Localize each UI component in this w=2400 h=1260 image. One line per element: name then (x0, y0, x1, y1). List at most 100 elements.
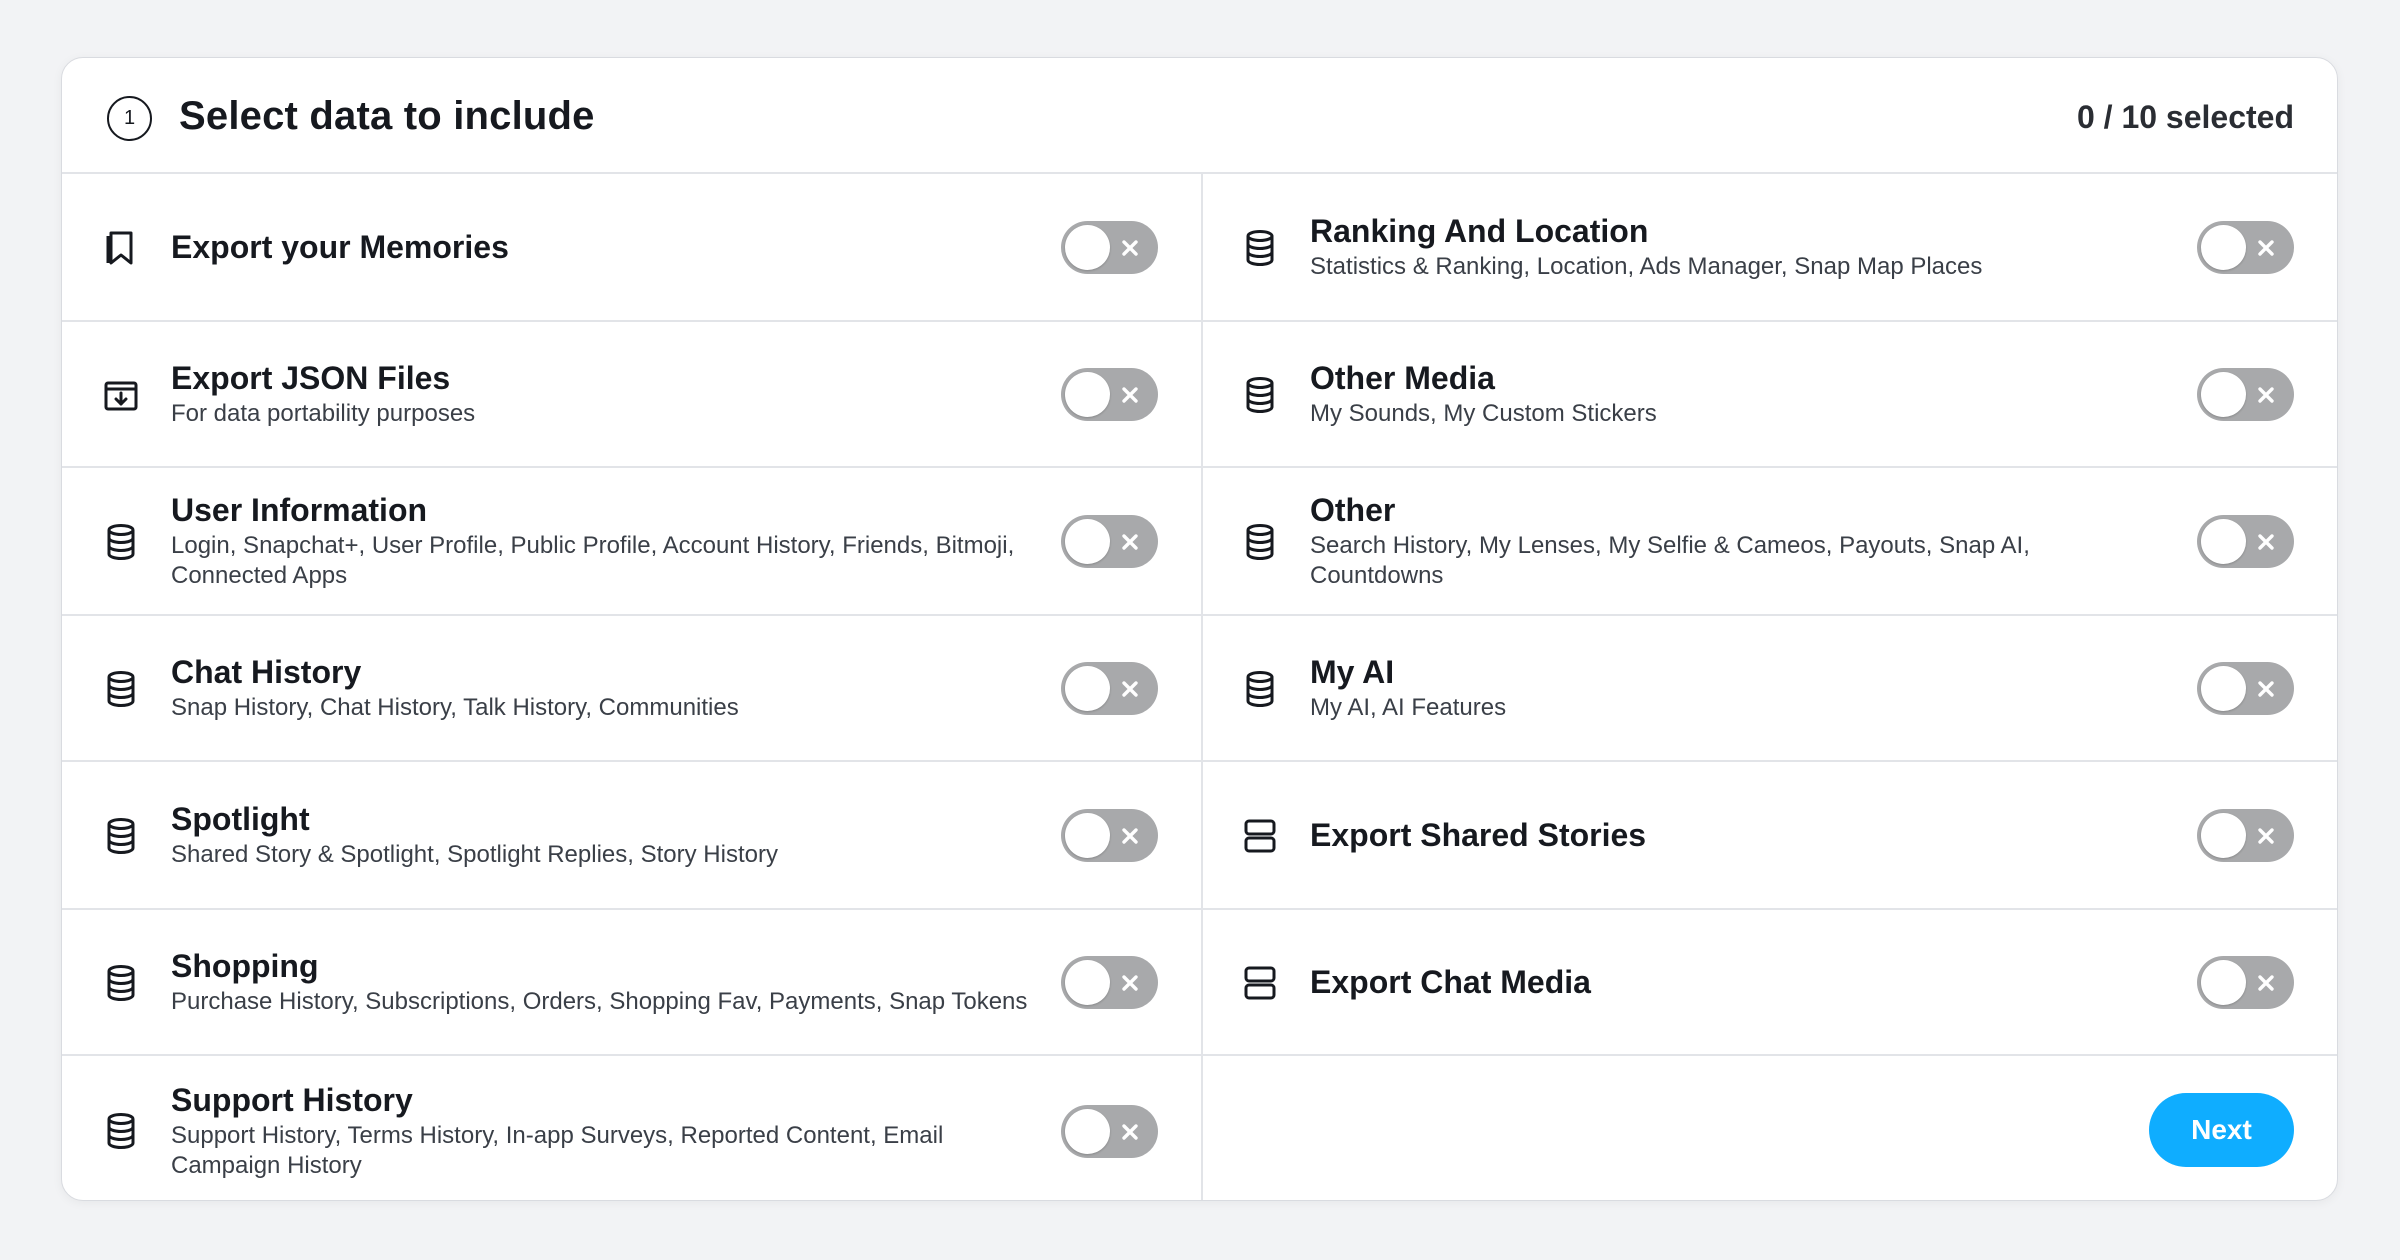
database-icon (1240, 522, 1280, 562)
close-icon (2255, 237, 2277, 259)
database-icon (1240, 669, 1280, 709)
toggle-knob (1065, 225, 1110, 270)
page-title: Select data to include (179, 94, 595, 138)
option-description: Login, Snapchat+, User Profile, Public P… (171, 532, 1015, 589)
toggle-export-json-files[interactable] (1061, 368, 1158, 421)
option-row-spotlight: Spotlight Shared Story & Spotlight, Spotl… (62, 762, 1201, 910)
database-icon (101, 1111, 141, 1151)
right-column: Ranking And Location Statistics & Ranking… (1201, 174, 2337, 1200)
toggle-knob (2201, 372, 2246, 417)
option-description: For data portability purposes (171, 400, 476, 427)
archive-download-icon (101, 375, 141, 415)
close-icon (1119, 678, 1141, 700)
option-row-chat-history: Chat History Snap History, Chat History, … (62, 616, 1201, 762)
toggle-knob (2201, 813, 2246, 858)
option-text: Ranking And Location Statistics & Ranking… (1310, 212, 2167, 282)
option-text: Export Shared Stories (1310, 816, 2167, 854)
option-row-support-history: Support History Support History, Terms Hi… (62, 1056, 1201, 1200)
option-text: Chat History Snap History, Chat History, … (171, 653, 1031, 723)
option-title: Support History (171, 1082, 413, 1118)
option-text: Other Search History, My Lenses, My Selfi… (1310, 491, 2167, 591)
option-row-shopping: Shopping Purchase History, Subscriptions,… (62, 910, 1201, 1056)
option-title: Other (1310, 492, 1396, 528)
option-description: Snap History, Chat History, Talk History… (171, 694, 739, 721)
toggle-knob (1065, 960, 1110, 1005)
close-icon (1119, 1121, 1141, 1143)
step-number-badge: 1 (107, 96, 152, 141)
close-icon (1119, 972, 1141, 994)
option-description: My Sounds, My Custom Stickers (1310, 400, 1657, 427)
database-icon (101, 669, 141, 709)
toggle-spotlight[interactable] (1061, 809, 1158, 862)
option-description: Search History, My Lenses, My Selfie & C… (1310, 532, 2030, 589)
toggle-shopping[interactable] (1061, 956, 1158, 1009)
toggle-knob (1065, 372, 1110, 417)
option-row-other-media: Other Media My Sounds, My Custom Stickers (1201, 322, 2337, 468)
toggle-user-information[interactable] (1061, 515, 1158, 568)
toggle-other-media[interactable] (2197, 368, 2294, 421)
toggle-knob (1065, 666, 1110, 711)
close-icon (2255, 825, 2277, 847)
bookmark-icon (101, 228, 141, 268)
close-icon (1119, 825, 1141, 847)
option-title: Export JSON Files (171, 360, 451, 396)
option-description: Support History, Terms History, In-app S… (171, 1122, 944, 1179)
option-text: Support History Support History, Terms Hi… (171, 1081, 1031, 1181)
option-title: User Information (171, 492, 428, 528)
option-title: Shopping (171, 948, 319, 984)
option-row-my-ai: My AI My AI, AI Features (1201, 616, 2337, 762)
toggle-my-ai[interactable] (2197, 662, 2294, 715)
next-button[interactable]: Next (2149, 1093, 2294, 1167)
card-header: 1 Select data to include 0 / 10 selected (62, 58, 2337, 174)
database-icon (101, 963, 141, 1003)
close-icon (1119, 531, 1141, 553)
option-title: Export Shared Stories (1310, 817, 1647, 853)
toggle-export-chat-media[interactable] (2197, 956, 2294, 1009)
toggle-ranking-and-location[interactable] (2197, 221, 2294, 274)
toggle-chat-history[interactable] (1061, 662, 1158, 715)
toggle-knob (2201, 225, 2246, 270)
close-icon (2255, 972, 2277, 994)
option-title: My AI (1310, 654, 1395, 690)
option-description: Statistics & Ranking, Location, Ads Mana… (1310, 253, 1983, 280)
toggle-export-shared-stories[interactable] (2197, 809, 2294, 862)
close-icon (2255, 678, 2277, 700)
option-title: Spotlight (171, 801, 310, 837)
options-grid: Export your Memories Export JSON Files For… (62, 174, 2337, 1200)
option-row-export-your-memories: Export your Memories (62, 174, 1201, 322)
option-row-user-information: User Information Login, Snapchat+, User P… (62, 468, 1201, 616)
close-icon (2255, 384, 2277, 406)
actions-row: Next (1201, 1056, 2337, 1200)
database-icon (1240, 375, 1280, 415)
close-icon (2255, 531, 2277, 553)
option-text: Shopping Purchase History, Subscriptions,… (171, 947, 1031, 1017)
option-row-ranking-and-location: Ranking And Location Statistics & Ranking… (1201, 174, 2337, 322)
option-description: My AI, AI Features (1310, 694, 1507, 721)
option-text: Spotlight Shared Story & Spotlight, Spotl… (171, 800, 1031, 870)
close-icon (1119, 237, 1141, 259)
server-icon (1240, 816, 1280, 856)
option-title: Ranking And Location (1310, 213, 1649, 249)
option-row-other: Other Search History, My Lenses, My Selfi… (1201, 468, 2337, 616)
option-title: Export Chat Media (1310, 964, 1591, 1000)
option-description: Shared Story & Spotlight, Spotlight Repl… (171, 841, 778, 868)
option-description: Purchase History, Subscriptions, Orders,… (171, 988, 1028, 1015)
option-text: Export Chat Media (1310, 963, 2167, 1001)
toggle-knob (1065, 519, 1110, 564)
toggle-export-your-memories[interactable] (1061, 221, 1158, 274)
toggle-other[interactable] (2197, 515, 2294, 568)
toggle-knob (2201, 519, 2246, 564)
toggle-knob (1065, 1109, 1110, 1154)
database-icon (101, 816, 141, 856)
option-text: My AI My AI, AI Features (1310, 653, 2167, 723)
option-title: Other Media (1310, 360, 1495, 396)
selected-count: 0 / 10 selected (2076, 99, 2294, 135)
option-row-export-json-files: Export JSON Files For data portability pu… (62, 322, 1201, 468)
toggle-support-history[interactable] (1061, 1105, 1158, 1158)
option-text: Other Media My Sounds, My Custom Stickers (1310, 359, 2167, 429)
option-text: Export JSON Files For data portability pu… (171, 359, 1031, 429)
data-selection-card: 1 Select data to include 0 / 10 selected… (61, 57, 2338, 1201)
toggle-knob (1065, 813, 1110, 858)
database-icon (1240, 228, 1280, 268)
database-icon (101, 522, 141, 562)
